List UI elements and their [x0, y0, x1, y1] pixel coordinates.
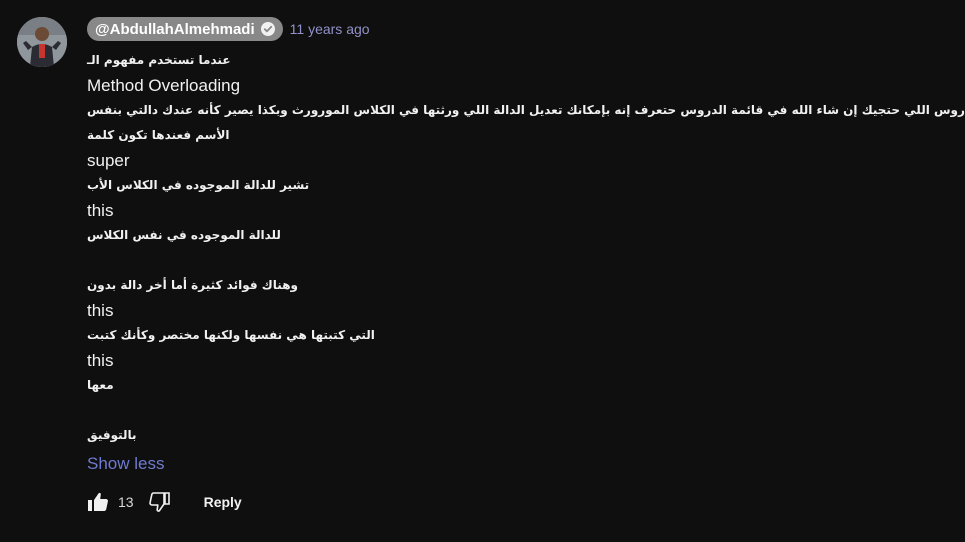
comment-line: this: [87, 351, 114, 370]
comment-line: this: [87, 201, 114, 220]
thumbs-up-icon: [88, 492, 108, 511]
comment-line: Method Overloading: [87, 76, 241, 95]
comment-header: @AbdullahAlmehmadi 11 years ago: [87, 17, 370, 41]
comment-line: this: [87, 301, 114, 320]
comment-line: وهناك فوائد كثيرة أما أخر دالة بدون: [87, 278, 298, 292]
avatar-photo: [17, 17, 67, 67]
comment-line: في الدروس اللي حتجيك إن شاء الله في قائم…: [87, 103, 965, 117]
comment-line: للدالة الموجوده في نفس الكلاس: [87, 228, 281, 242]
comment-line: التي كتبتها هي نفسها ولكنها مختصر وكأنك …: [87, 328, 375, 342]
author-name-chip[interactable]: @AbdullahAlmehmadi: [87, 17, 283, 41]
comment-line: عندما تستخدم مفهوم الـ: [87, 53, 231, 67]
avatar[interactable]: [17, 17, 67, 67]
dislike-button[interactable]: [146, 488, 174, 516]
comment-line: معها: [87, 378, 114, 392]
comment-actions: 13 Reply: [84, 487, 242, 517]
show-less-button[interactable]: Show less: [87, 454, 164, 474]
comment-line: super: [87, 151, 130, 170]
verified-check-icon: [260, 22, 275, 36]
reply-button[interactable]: Reply: [204, 494, 242, 510]
author-name: @AbdullahAlmehmadi: [95, 20, 255, 38]
like-count: 13: [118, 494, 134, 510]
comment-text: عندما تستخدم مفهوم الـ Method Overloadin…: [87, 48, 965, 448]
comment-blank-line: [87, 398, 947, 423]
comment-blank-line: [87, 248, 947, 273]
comment-line: بالتوفيق: [87, 428, 137, 442]
comment-line: تشير للدالة الموجوده في الكلاس الأب: [87, 178, 310, 192]
thumbs-down-icon: [148, 492, 170, 512]
comment-timestamp[interactable]: 11 years ago: [290, 21, 370, 37]
like-button[interactable]: [84, 488, 112, 516]
comment-line: الأسم فعندها تكون كلمة: [87, 128, 230, 142]
